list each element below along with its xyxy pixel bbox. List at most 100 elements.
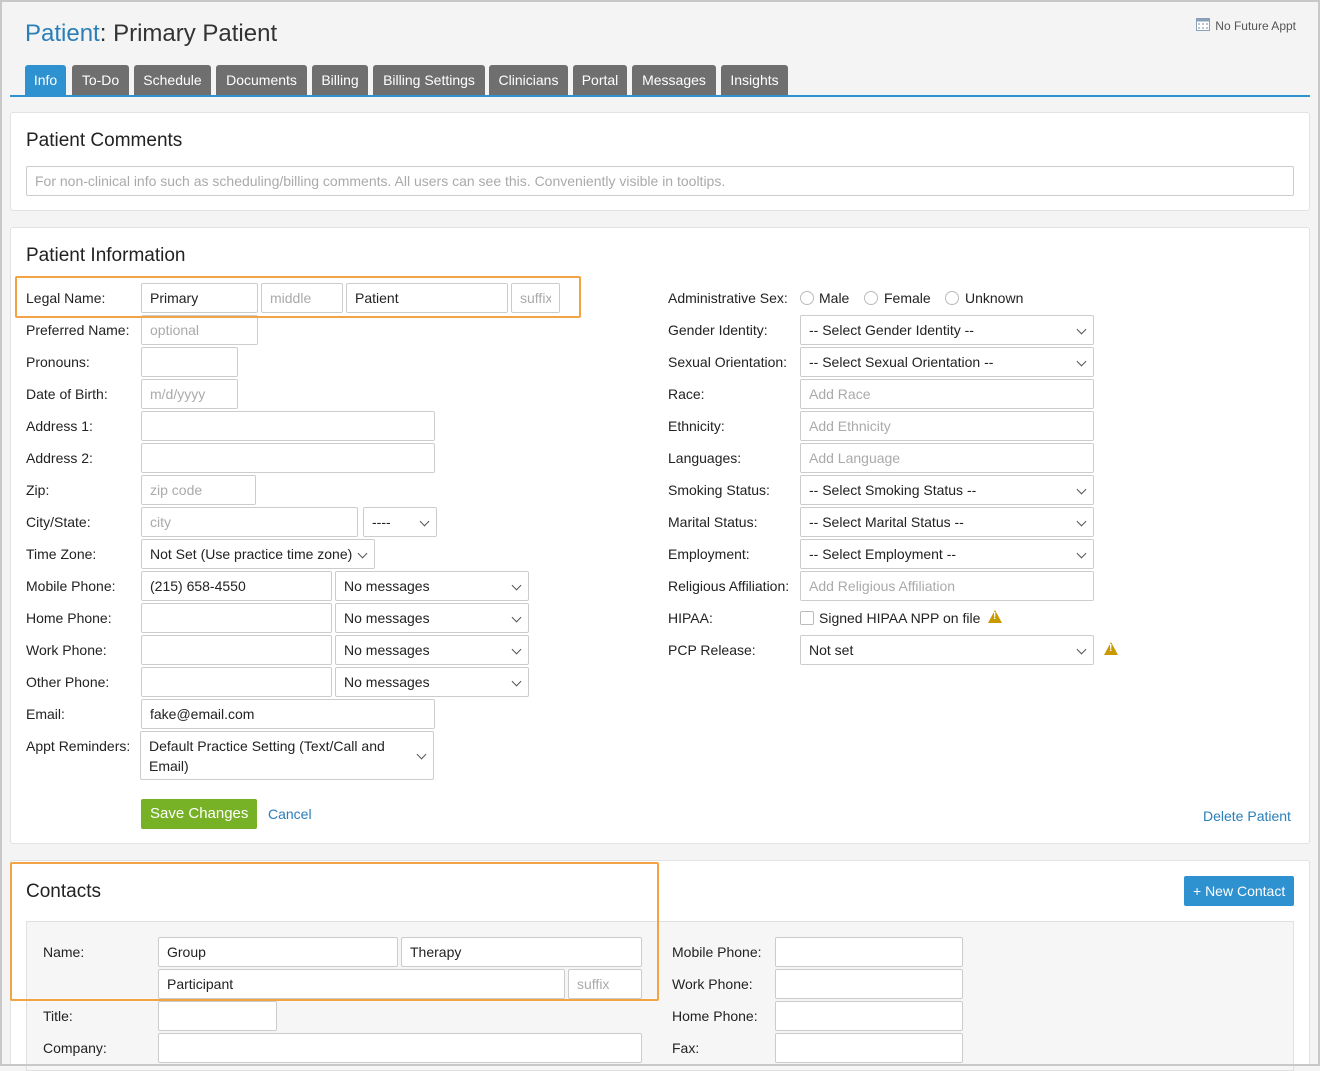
other-phone-label: Other Phone: — [26, 674, 110, 690]
suffix-field[interactable] — [511, 283, 560, 313]
smoking-status-select[interactable]: -- Select Smoking Status -- — [800, 475, 1094, 505]
first-name-field[interactable] — [141, 283, 258, 313]
gender-identity-label: Gender Identity: — [668, 322, 768, 338]
last-name-field[interactable] — [346, 283, 508, 313]
religious-affiliation-label: Religious Affiliation: — [668, 578, 790, 594]
preferred-name-label: Preferred Name: — [26, 322, 130, 338]
delete-patient-link[interactable]: Delete Patient — [1203, 808, 1291, 824]
tab-info[interactable]: Info — [25, 65, 66, 95]
future-appt-indicator[interactable]: No Future Appt — [1196, 17, 1296, 34]
patient-comments-panel: Patient Comments — [10, 112, 1310, 211]
contact-company-field[interactable] — [158, 1033, 642, 1063]
state-select[interactable]: ---- — [363, 507, 437, 537]
hipaa-label: HIPAA: — [668, 610, 713, 626]
other-phone-pref-select[interactable]: No messages — [335, 667, 529, 697]
marital-status-select[interactable]: -- Select Marital Status -- — [800, 507, 1094, 537]
sex-female-label: Female — [884, 290, 931, 306]
mobile-phone-field[interactable] — [141, 571, 332, 601]
race-label: Race: — [668, 386, 705, 402]
other-phone-field[interactable] — [141, 667, 332, 697]
time-zone-label: Time Zone: — [26, 546, 97, 562]
breadcrumb[interactable]: Patient — [25, 20, 100, 47]
contact-home-field[interactable] — [775, 1001, 963, 1031]
chevron-down-icon — [1076, 548, 1087, 559]
pcp-release-label: PCP Release: — [668, 642, 756, 658]
calendar-icon — [1196, 17, 1211, 34]
appt-reminders-select[interactable]: Default Practice Setting (Text/Call and … — [140, 731, 434, 780]
chevron-down-icon — [1076, 644, 1087, 655]
home-phone-field[interactable] — [141, 603, 332, 633]
patient-name: Primary Patient — [113, 20, 278, 47]
languages-field[interactable] — [800, 443, 1094, 473]
tab-billing-settings[interactable]: Billing Settings — [373, 65, 485, 95]
ethnicity-field[interactable] — [800, 411, 1094, 441]
sex-unknown-label: Unknown — [965, 290, 1024, 306]
tab-billing[interactable]: Billing — [312, 65, 368, 95]
save-changes-button[interactable]: Save Changes — [141, 799, 258, 829]
preferred-name-field[interactable] — [141, 315, 258, 345]
pronouns-field[interactable] — [141, 347, 238, 377]
email-field[interactable] — [141, 699, 435, 729]
city-field[interactable] — [141, 507, 358, 537]
city-state-label: City/State: — [26, 514, 91, 530]
sexual-orientation-select[interactable]: -- Select Sexual Orientation -- — [800, 347, 1094, 377]
chevron-down-icon — [357, 548, 368, 559]
contacts-panel: Contacts + New Contact Name: Title: Comp… — [10, 860, 1310, 1071]
contact-mobile-field[interactable] — [775, 937, 963, 967]
zip-field[interactable] — [141, 475, 256, 505]
patient-comments-title: Patient Comments — [26, 130, 183, 151]
hipaa-checkbox[interactable] — [800, 611, 814, 625]
tab-to-do[interactable]: To-Do — [72, 65, 129, 95]
address2-field[interactable] — [141, 443, 435, 473]
tab-documents[interactable]: Documents — [216, 65, 307, 95]
dob-field[interactable] — [141, 379, 238, 409]
home-phone-pref-select[interactable]: No messages — [335, 603, 529, 633]
mobile-phone-pref-select[interactable]: No messages — [335, 571, 529, 601]
sex-male-radio[interactable] — [800, 291, 814, 305]
sexual-orientation-label: Sexual Orientation: — [668, 354, 788, 370]
patient-comments-input[interactable] — [26, 166, 1294, 196]
sex-male-label: Male — [819, 290, 850, 306]
gender-identity-select[interactable]: -- Select Gender Identity -- — [800, 315, 1094, 345]
contact-work-field[interactable] — [775, 969, 963, 999]
chevron-down-icon — [511, 612, 522, 623]
chevron-down-icon — [1076, 356, 1087, 367]
smoking-status-label: Smoking Status: — [668, 482, 770, 498]
contact-last-name-field[interactable] — [158, 969, 565, 999]
hipaa-checkbox-label: Signed HIPAA NPP on file — [819, 610, 981, 626]
address1-label: Address 1: — [26, 418, 93, 434]
sex-unknown-radio[interactable] — [945, 291, 959, 305]
contact-suffix-field[interactable] — [568, 969, 642, 999]
cancel-button[interactable]: Cancel — [268, 806, 312, 822]
employment-select[interactable]: -- Select Employment -- — [800, 539, 1094, 569]
address1-field[interactable] — [141, 411, 435, 441]
mobile-phone-label: Mobile Phone: — [26, 578, 116, 594]
work-phone-pref-select[interactable]: No messages — [335, 635, 529, 665]
warning-icon — [1104, 642, 1118, 655]
time-zone-select[interactable]: Not Set (Use practice time zone) — [141, 539, 375, 569]
pcp-release-select[interactable]: Not set — [800, 635, 1094, 665]
tab-portal[interactable]: Portal — [573, 65, 627, 95]
new-contact-button[interactable]: + New Contact — [1184, 876, 1295, 906]
zip-label: Zip: — [26, 482, 50, 498]
chevron-down-icon — [511, 644, 522, 655]
tab-insights[interactable]: Insights — [721, 65, 788, 95]
tab-schedule[interactable]: Schedule — [134, 65, 211, 95]
contact-first-name-field[interactable] — [158, 937, 398, 967]
contacts-title: Contacts — [26, 881, 101, 902]
contact-middle-name-field[interactable] — [401, 937, 642, 967]
sex-female-radio[interactable] — [864, 291, 878, 305]
tab-messages[interactable]: Messages — [632, 65, 716, 95]
race-field[interactable] — [800, 379, 1094, 409]
contact-fax-field[interactable] — [775, 1033, 963, 1063]
contact-title-label: Title: — [43, 1008, 73, 1024]
tab-clinicians[interactable]: Clinicians — [489, 65, 568, 95]
contact-title-field[interactable] — [158, 1001, 277, 1031]
appt-reminders-label: Appt Reminders: — [26, 738, 131, 754]
middle-name-field[interactable] — [261, 283, 343, 313]
work-phone-field[interactable] — [141, 635, 332, 665]
employment-label: Employment: — [668, 546, 750, 562]
religious-affiliation-field[interactable] — [800, 571, 1094, 601]
tab-bar: Info To-Do Schedule Documents Billing Bi… — [10, 65, 1310, 97]
patient-information-title: Patient Information — [26, 245, 186, 266]
